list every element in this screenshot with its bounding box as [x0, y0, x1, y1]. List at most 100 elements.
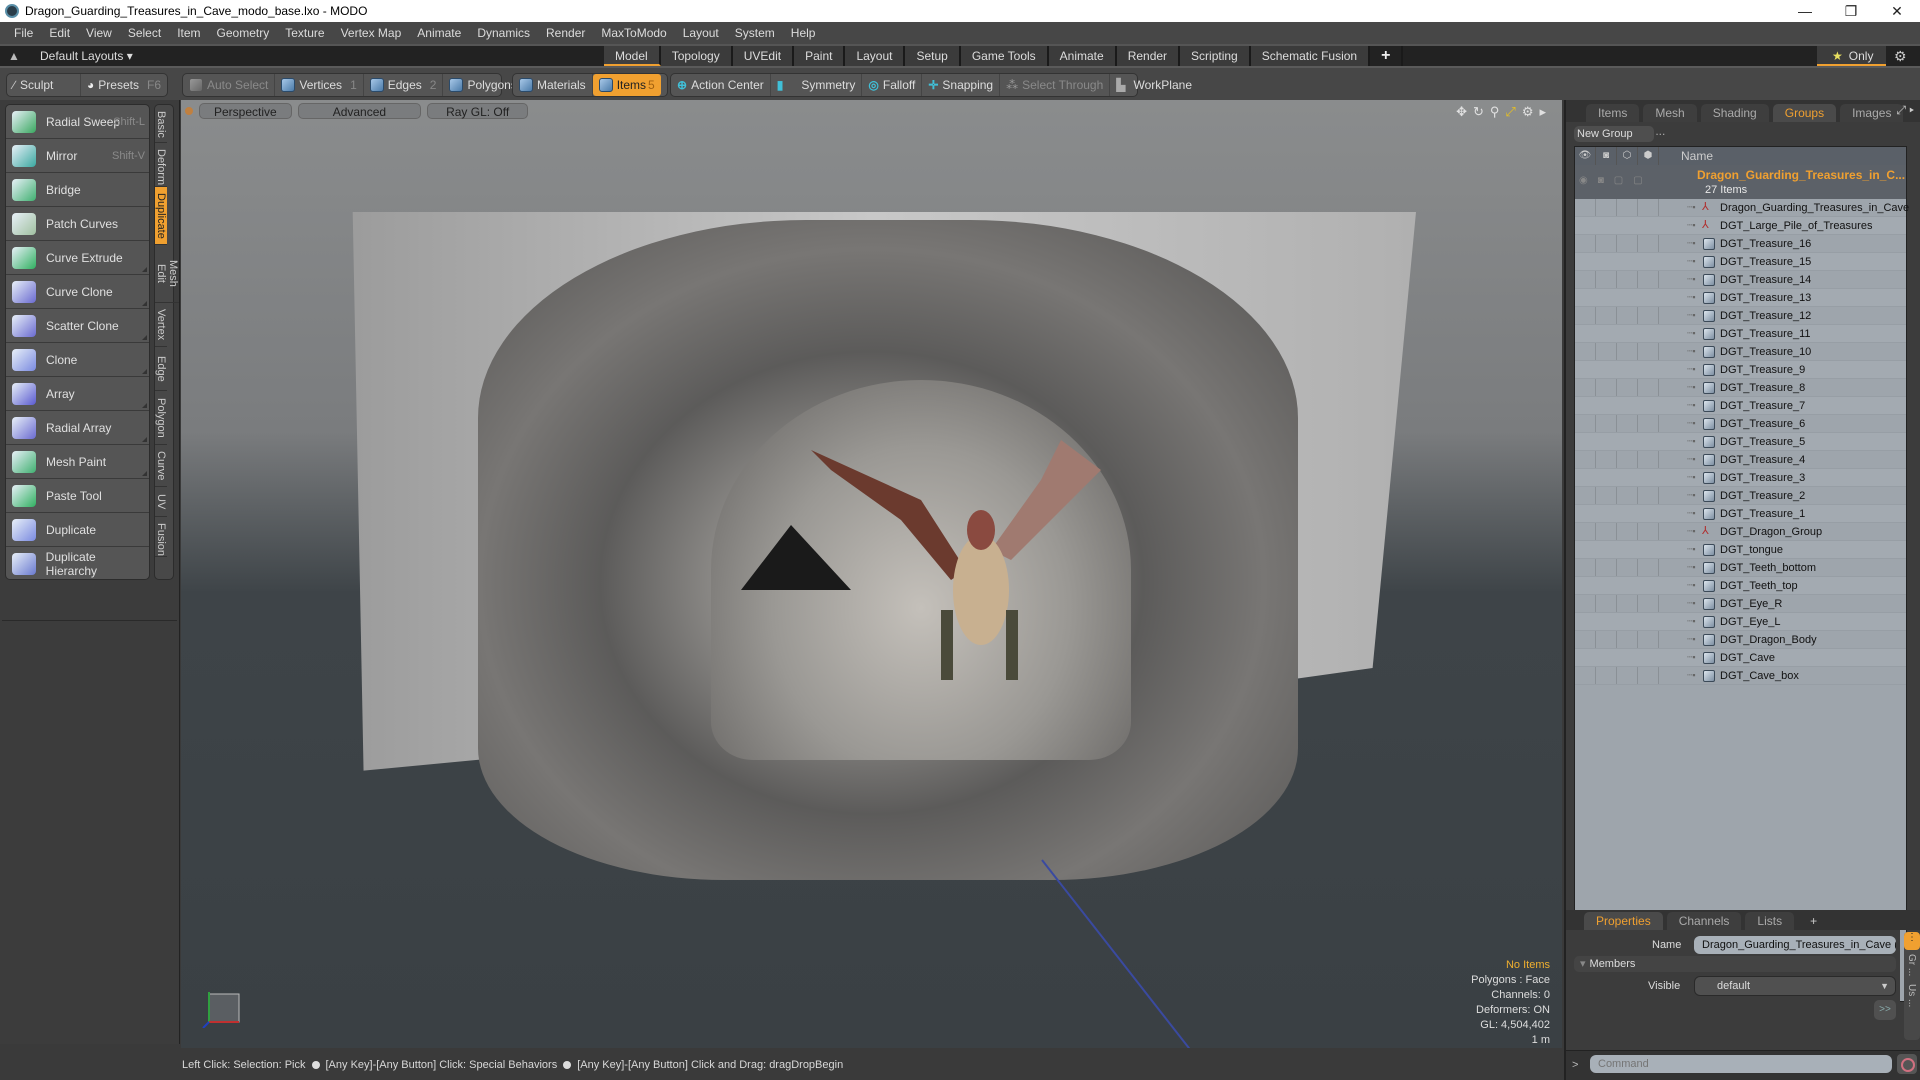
prop-tab-lists[interactable]: Lists [1745, 912, 1795, 930]
group-item-row[interactable]: ┄▪ DGT_Treasure_3 [1575, 469, 1906, 487]
group-item-row[interactable]: ┄▪ DGT_Treasure_8 [1575, 379, 1906, 397]
group-item-row[interactable]: ┄▪ DGT_Treasure_2 [1575, 487, 1906, 505]
layout-tab-scripting[interactable]: Scripting [1180, 46, 1251, 66]
side-tab-polygon[interactable]: Polygon [155, 391, 167, 445]
tool-mirror[interactable]: Mirror Shift-V [6, 139, 149, 173]
add-layout-tab-button[interactable]: + [1370, 46, 1404, 66]
tool-curve-extrude[interactable]: Curve Extrude [6, 241, 149, 275]
snapping-button[interactable]: ✛ Snapping [922, 74, 1001, 96]
panel-tab-images[interactable]: Images [1840, 104, 1904, 122]
tool-duplicate-hierarchy[interactable]: Duplicate Hierarchy [6, 547, 149, 579]
menu-geometry[interactable]: Geometry [209, 26, 278, 40]
menu-view[interactable]: View [78, 26, 120, 40]
menu-texture[interactable]: Texture [277, 26, 332, 40]
panel-tab-groups[interactable]: Groups [1772, 104, 1837, 122]
layout-tab-topology[interactable]: Topology [660, 46, 733, 66]
tool-clone[interactable]: Clone [6, 343, 149, 377]
menu-vertex-map[interactable]: Vertex Map [333, 26, 410, 40]
group-item-row[interactable]: ┄▪ DGT_Treasure_5 [1575, 433, 1906, 451]
layout-tab-game-tools[interactable]: Game Tools [960, 46, 1049, 66]
tool-radial-sweep[interactable]: Radial Sweep Shift-L [6, 105, 149, 139]
presets-button[interactable]: ◕ Presets F6 [81, 74, 167, 96]
minimize-button[interactable]: — [1782, 0, 1828, 22]
3d-viewport[interactable]: Perspective Advanced Ray GL: Off ✥ ↻ ⚲ ⤢… [181, 100, 1562, 1048]
visible-dropdown[interactable]: default ▼ [1694, 976, 1896, 996]
action-center-button[interactable]: ⊕ Action Center [671, 74, 771, 96]
group-item-row[interactable]: ┄▪ DGT_Treasure_11 [1575, 325, 1906, 343]
group-item-row[interactable]: ┄▪ DGT_Treasure_13 [1575, 289, 1906, 307]
rotate-icon[interactable]: ↻ [1473, 104, 1484, 120]
panel-arrow-icon[interactable]: ▸ [1909, 103, 1914, 117]
advanced-button[interactable]: Advanced [297, 103, 422, 119]
materials-button[interactable]: Materials [513, 74, 593, 96]
group-item-row[interactable]: ┄▪ DGT_Dragon_Body [1575, 631, 1906, 649]
tool-patch-curves[interactable]: Patch Curves [6, 207, 149, 241]
select-through-button[interactable]: ⁂ Select Through [1000, 74, 1111, 96]
group-item-row[interactable]: ┄▪ DGT_Cave [1575, 649, 1906, 667]
layout-tab-setup[interactable]: Setup [905, 46, 961, 66]
viewport-menu-dot[interactable] [185, 107, 193, 115]
tool-curve-clone[interactable]: Curve Clone [6, 275, 149, 309]
expand-icon[interactable]: ⤢ [1896, 103, 1906, 117]
menu-dynamics[interactable]: Dynamics [469, 26, 538, 40]
menu-maxtomodo[interactable]: MaxToModo [593, 26, 674, 40]
side-tab-curve[interactable]: Curve [155, 445, 167, 487]
layout-tab-paint[interactable]: Paint [794, 46, 846, 66]
group-item-row[interactable]: ┄▪ DGT_Teeth_top [1575, 577, 1906, 595]
default-layouts-dropdown[interactable]: Default Layouts ▾ [40, 49, 133, 63]
tool-scatter-clone[interactable]: Scatter Clone [6, 309, 149, 343]
layout-tab-model[interactable]: Model [604, 46, 661, 66]
layout-tab-schematic-fusion[interactable]: Schematic Fusion [1250, 46, 1371, 66]
auto-select-button[interactable]: Auto Select [183, 74, 276, 96]
viewport-gear-icon[interactable]: ⚙ [1522, 104, 1534, 120]
tool-duplicate[interactable]: Duplicate [6, 513, 149, 547]
group-item-row[interactable]: ┄▪ DGT_Cave_box [1575, 667, 1906, 685]
menu-select[interactable]: Select [120, 26, 169, 40]
tool-array[interactable]: Array [6, 377, 149, 411]
falloff-button[interactable]: ◎ Falloff [862, 74, 923, 96]
side-tab-duplicate[interactable]: Duplicate [155, 187, 167, 245]
layout-tab-layout[interactable]: Layout [845, 46, 906, 66]
group-item-row[interactable]: ┄▪ DGT_Treasure_7 [1575, 397, 1906, 415]
items-button[interactable]: Items 5 [592, 74, 661, 96]
side-tab-vertex[interactable]: Vertex [155, 303, 167, 347]
side-tab-uv[interactable]: UV [155, 487, 167, 517]
gear-icon[interactable]: ⚙ [1894, 48, 1907, 65]
menu-system[interactable]: System [727, 26, 783, 40]
group-item-row[interactable]: ┄▪ DGT_Treasure_4 [1575, 451, 1906, 469]
panel-tab-items[interactable]: Items [1586, 104, 1640, 122]
side-tab-user[interactable]: Us ... [1904, 980, 1919, 1011]
group-item-row[interactable]: ┄▪ DGT_Teeth_bottom [1575, 559, 1906, 577]
layout-tab-render[interactable]: Render [1116, 46, 1181, 66]
name-column-header[interactable]: Name [1681, 149, 1713, 163]
visibility-column-icon[interactable]: 👁 [1575, 147, 1596, 165]
members-section[interactable]: ▾ Members [1574, 956, 1896, 972]
side-tab-fusion[interactable]: Fusion [155, 517, 167, 557]
edges-button[interactable]: Edges 2 [364, 74, 444, 96]
group-item-row[interactable]: ┄▪ DGT_Treasure_14 [1575, 271, 1906, 289]
select-column-icon[interactable]: ⬢ [1638, 147, 1659, 165]
group-item-row[interactable]: ┄▪ DGT_Treasure_15 [1575, 253, 1906, 271]
tool-paste-tool[interactable]: Paste Tool [6, 479, 149, 513]
prop-tab-properties[interactable]: Properties [1584, 912, 1663, 930]
side-tab-groups[interactable]: Gr ... [1904, 950, 1919, 980]
group-item-row[interactable]: ┄▪ DGT_tongue [1575, 541, 1906, 559]
vertices-button[interactable]: Vertices 1 [275, 74, 364, 96]
command-input[interactable] [1590, 1055, 1892, 1073]
group-root-row[interactable]: ◉◙▢▢ Dragon_Guarding_Treasures_in_C... 2… [1575, 165, 1906, 199]
group-item-row[interactable]: ┄▪ DGT_Treasure_1 [1575, 505, 1906, 523]
group-item-row[interactable]: ┄▪ DGT_Treasure_9 [1575, 361, 1906, 379]
group-item-row[interactable]: ┄▪ ⅄ Dragon_Guarding_Treasures_in_Cave [1575, 199, 1909, 217]
side-tab-edge[interactable]: Edge [155, 347, 167, 391]
tool-radial-array[interactable]: Radial Array [6, 411, 149, 445]
group-item-row[interactable]: ┄▪ ⅄ DGT_Large_Pile_of_Treasures [1575, 217, 1906, 235]
group-item-row[interactable]: ┄▪ DGT_Treasure_10 [1575, 343, 1906, 361]
maximize-icon[interactable]: ⤢ [1505, 104, 1515, 120]
group-item-row[interactable]: ┄▪ DGT_Eye_L [1575, 613, 1906, 631]
menu-file[interactable]: File [6, 26, 41, 40]
workplane-button[interactable]: ▙ WorkPlane [1110, 74, 1198, 96]
symmetry-button[interactable]: ▮ Symmetry [771, 74, 863, 96]
tool-bridge[interactable]: Bridge [6, 173, 149, 207]
group-item-row[interactable]: ┄▪ DGT_Eye_R [1575, 595, 1906, 613]
lock-column-icon[interactable]: ⬡ [1617, 147, 1638, 165]
